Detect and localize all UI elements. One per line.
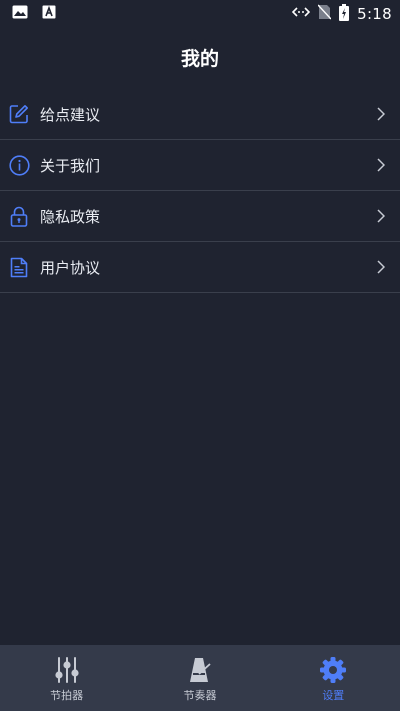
nav-tab-label: 节拍器 — [50, 689, 84, 702]
document-icon — [8, 256, 30, 278]
chevron-right-icon — [376, 157, 386, 173]
menu-item-label: 关于我们 — [40, 156, 101, 175]
menu-item-feedback[interactable]: 给点建议 — [0, 89, 400, 140]
chevron-right-icon — [376, 259, 386, 275]
metronome-icon — [185, 655, 215, 685]
settings-menu: 给点建议 关于我们 隐私政策 用户协议 — [0, 89, 400, 293]
data-sync-icon — [291, 6, 311, 22]
menu-item-user-agreement[interactable]: 用户协议 — [0, 242, 400, 293]
status-left — [12, 5, 56, 23]
text-a-icon — [42, 5, 56, 23]
sliders-icon — [52, 655, 82, 685]
image-icon — [12, 5, 28, 23]
page-title: 我的 — [180, 48, 219, 70]
no-sim-icon — [317, 4, 332, 24]
battery-charging-icon — [339, 3, 350, 25]
menu-item-label: 给点建议 — [40, 105, 101, 124]
menu-item-label: 隐私政策 — [40, 207, 101, 226]
clock: 5:18 — [357, 5, 392, 23]
status-right: 5:18 — [291, 3, 392, 25]
info-icon — [8, 154, 30, 176]
chevron-right-icon — [376, 208, 386, 224]
edit-icon — [8, 103, 30, 125]
status-bar: 5:18 — [0, 0, 400, 28]
lock-icon — [8, 205, 30, 227]
nav-tab-rhythm[interactable]: 节奏器 — [133, 645, 266, 711]
nav-tab-settings[interactable]: 设置 — [267, 645, 400, 711]
bottom-navigation: 节拍器 节奏器 设置 — [0, 645, 400, 711]
menu-item-about-us[interactable]: 关于我们 — [0, 140, 400, 191]
menu-item-privacy-policy[interactable]: 隐私政策 — [0, 191, 400, 242]
settings-gear-icon — [318, 655, 348, 685]
nav-tab-label: 设置 — [322, 689, 345, 702]
chevron-right-icon — [376, 106, 386, 122]
menu-item-label: 用户协议 — [40, 258, 101, 277]
nav-tab-metronome[interactable]: 节拍器 — [0, 645, 133, 711]
nav-tab-label: 节奏器 — [183, 689, 217, 702]
